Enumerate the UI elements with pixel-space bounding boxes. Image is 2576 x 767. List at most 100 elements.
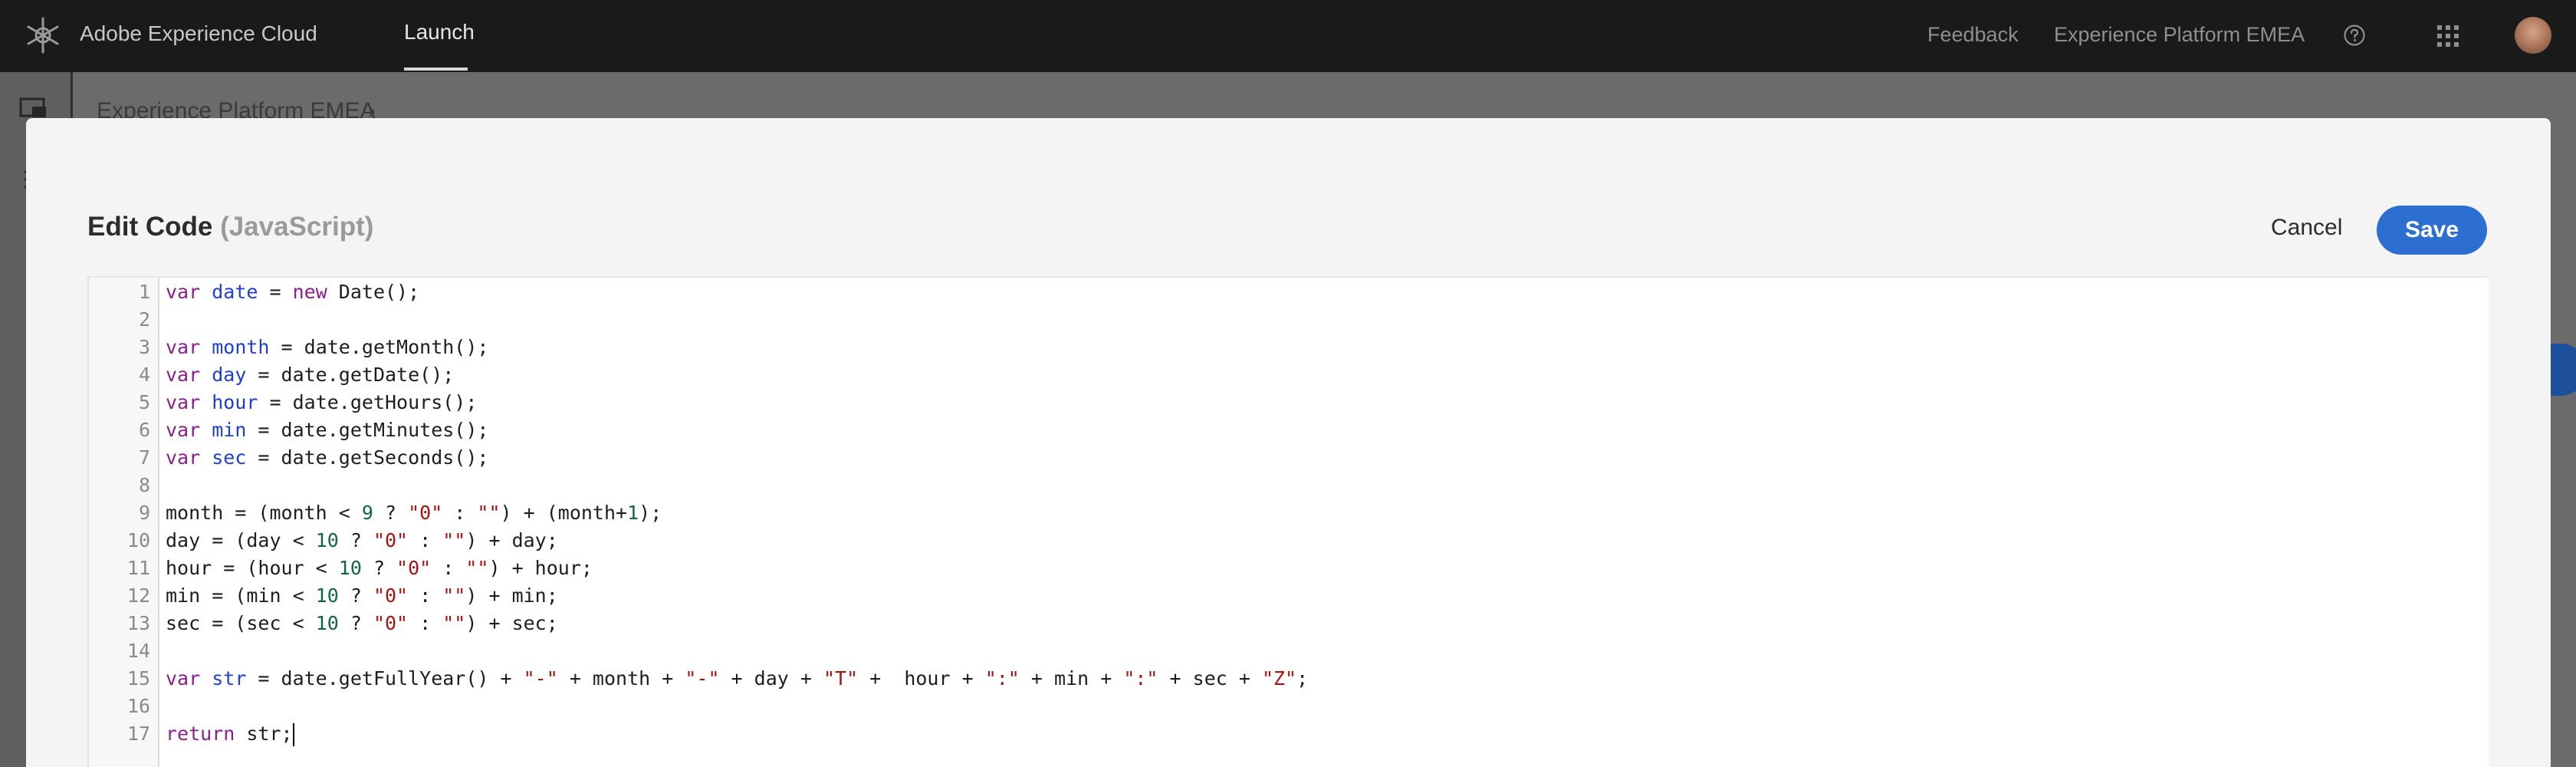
code-line[interactable]: min = (min < 10 ? "0" : "") + min; [166,584,558,607]
code-token: ? [373,502,409,524]
code-token: "" [442,529,466,551]
code-token: 10 [315,612,339,634]
code-token: ; [1296,667,1309,690]
code-editor[interactable]: 1 2 3 4 5 6 7 8 9 10 11 12 13 14 15 16 17 var date = new… [87,278,2489,767]
code-token: "T" [823,667,859,690]
code-token: : [408,529,443,551]
code-token: = date.getMonth(); [269,336,489,358]
code-token: + sec + [1158,667,1262,690]
code-token: "-" [685,667,720,690]
feedback-link[interactable]: Feedback [1927,23,2019,47]
code-token: = [258,281,293,303]
code-token: "0" [396,557,432,579]
code-token: ? [338,612,373,634]
code-token: 10 [315,529,339,551]
code-line[interactable]: var date = new Date(); [166,281,419,303]
code-token: "0" [373,584,409,607]
app-title[interactable]: Adobe Experience Cloud [80,21,317,46]
code-token: = date.getHours(); [258,391,478,413]
code-token: "0" [408,502,443,524]
code-token: + month + [557,667,685,690]
code-token: "0" [373,612,409,634]
code-token: var [166,446,201,469]
code-token: "0" [373,529,409,551]
code-token: = date.getMinutes(); [246,419,489,441]
code-token: + hour + [858,667,985,690]
save-button[interactable]: Save [2377,206,2487,255]
code-token: + min + [1019,667,1124,690]
experience-cloud-logo-icon[interactable] [21,14,64,57]
code-token: sec = (sec < [166,612,316,634]
code-line[interactable]: var min = date.getMinutes(); [166,419,488,441]
code-token: var [166,364,201,386]
code-token: 1 [627,502,639,524]
property-icon [19,97,46,117]
app-grid-icon[interactable] [2436,24,2460,48]
nav-active-indicator [404,67,468,71]
user-avatar[interactable] [2515,17,2551,54]
code-token: "" [477,502,501,524]
code-token: var [166,391,201,413]
code-token: : [408,612,443,634]
code-line[interactable]: var hour = date.getHours(); [166,391,477,413]
code-line[interactable]: sec = (sec < 10 ? "0" : "") + sec; [166,612,558,634]
code-line[interactable]: var month = date.getMonth(); [166,336,488,358]
code-token: return [166,723,235,745]
line-number: 3 [138,336,150,358]
line-number: 8 [138,474,150,496]
org-switcher[interactable]: Experience Platform EMEA [2054,23,2305,47]
nav-launch[interactable]: Launch [404,20,475,44]
code-token: date [212,281,258,303]
code-line[interactable]: var sec = date.getSeconds(); [166,446,488,469]
code-token: ? [338,529,373,551]
code-token: : [408,584,443,607]
code-line[interactable]: day = (day < 10 ? "0" : "") + day; [166,529,558,551]
line-number: 5 [138,391,150,413]
text-cursor [292,723,294,746]
code-token: day = (day < [166,529,316,551]
code-line[interactable]: var day = date.getDate(); [166,364,454,386]
code-token: 10 [315,584,339,607]
code-token: min [212,419,247,441]
line-number: 1 [138,281,150,303]
code-token: new [292,281,327,303]
code-token: str [212,667,247,690]
code-token: hour = (hour < [166,557,339,579]
code-token: 9 [361,502,373,524]
code-token: "" [465,557,489,579]
code-token: = date.getFullYear() + [246,667,524,690]
code-line[interactable]: month = (month < 9 ? "0" : "") + (month+… [166,502,662,524]
code-token: var [166,667,201,690]
code-token: month [212,336,270,358]
line-number: 6 [138,419,150,441]
code-token: month = (month < [166,502,362,524]
modal-language: (JavaScript) [220,212,374,242]
code-line[interactable]: var str = date.getFullYear() + "-" + mon… [166,667,1308,690]
code-token: + day + [719,667,823,690]
line-number: 16 [127,695,150,717]
code-token: ? [338,584,373,607]
code-token: str; [235,723,293,745]
code-token: 10 [338,557,362,579]
edit-code-modal: Edit Code (JavaScript) Cancel Save 12345… [26,118,2551,767]
code-token: = date.getDate(); [246,364,455,386]
code-line[interactable]: return str; [166,723,294,746]
code-token: = date.getSeconds(); [246,446,489,469]
global-header: Adobe Experience Cloud Launch Feedback E… [0,0,2576,72]
modal-title-text: Edit Code [87,212,213,242]
help-circle-icon[interactable] [2343,24,2366,47]
line-number: 7 [138,446,150,469]
cancel-button[interactable]: Cancel [2256,209,2358,247]
code-token: ) + (month+ [500,502,628,524]
code-token: : [442,502,478,524]
code-token: var [166,281,201,303]
code-token: ) + sec; [465,612,558,634]
code-line[interactable]: hour = (hour < 10 ? "0" : "") + hour; [166,557,593,579]
line-number: 12 [127,584,150,607]
